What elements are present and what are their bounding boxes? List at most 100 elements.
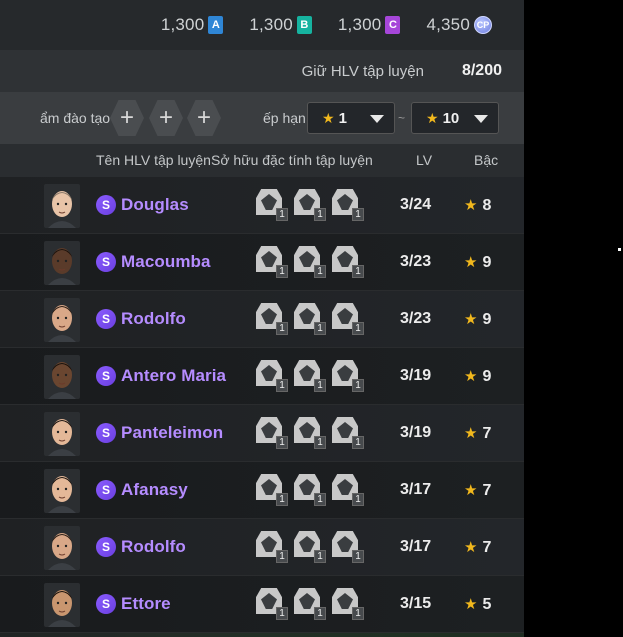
- trait-level: 1: [276, 550, 288, 563]
- coach-avatar: [44, 241, 80, 285]
- trait-list: 1 1 1: [256, 360, 364, 392]
- coach-rank-value: 5: [482, 596, 492, 613]
- coach-name: Rodolfo: [121, 309, 186, 328]
- training-trait-icon[interactable]: 1: [332, 474, 364, 506]
- coach-avatar: [44, 583, 80, 627]
- coach-count-label: Giữ HLV tập luyện: [301, 62, 424, 80]
- training-trait-icon[interactable]: 1: [294, 531, 326, 563]
- edge-marker: [618, 248, 621, 251]
- training-trait-icon[interactable]: 1: [332, 531, 364, 563]
- coach-row[interactable]: S Afanasy 1 1 1 3/17 ★ 7: [0, 462, 524, 519]
- training-trait-icon[interactable]: 1: [256, 246, 288, 278]
- add-training-slot-1-button[interactable]: +: [110, 100, 144, 136]
- coach-rank: ★ 9: [464, 253, 491, 272]
- coach-rank: ★ 9: [464, 367, 491, 386]
- training-trait-icon[interactable]: 1: [294, 189, 326, 221]
- coach-row[interactable]: S Antero Maria 1 1 1 3/19 ★ 9: [0, 348, 524, 405]
- training-trait-icon[interactable]: 1: [294, 417, 326, 449]
- currency-b-value: 1,300: [249, 15, 293, 34]
- trait-list: 1 1 1: [256, 246, 364, 278]
- coach-avatar: [44, 469, 80, 513]
- coach-level: 3/17: [400, 538, 432, 555]
- column-lv-header[interactable]: LV: [416, 152, 432, 168]
- trait-level: 1: [276, 379, 288, 392]
- trait-level: 1: [276, 493, 288, 506]
- trait-list: 1 1 1: [256, 417, 364, 449]
- training-trait-icon[interactable]: 1: [256, 360, 288, 392]
- currency-a: 1,300 A: [161, 15, 224, 35]
- trait-level: 1: [276, 208, 288, 221]
- coach-level: 3/23: [400, 253, 432, 270]
- trait-level: 1: [314, 322, 326, 335]
- training-trait-icon[interactable]: 1: [332, 189, 364, 221]
- coach-row[interactable]: S Douglas 1 1 1 3/24 ★ 8: [0, 177, 524, 234]
- training-trait-icon[interactable]: 1: [332, 588, 364, 620]
- training-trait-icon[interactable]: 1: [256, 303, 288, 335]
- coach-avatar: [44, 184, 80, 228]
- training-trait-icon[interactable]: 1: [294, 588, 326, 620]
- coach-level: 3/17: [400, 481, 432, 498]
- star-icon: ★: [464, 482, 478, 499]
- coach-rank: ★ 8: [464, 196, 491, 215]
- coach-row[interactable]: S Rodolfo 1 1 1 3/17 ★ 7: [0, 519, 524, 576]
- special-coach-badge-icon: S: [96, 195, 116, 215]
- column-traits-header[interactable]: Sở hữu đặc tính tập luyện: [211, 152, 373, 168]
- trait-level: 1: [276, 322, 288, 335]
- training-trait-icon[interactable]: 1: [332, 417, 364, 449]
- coach-list: S Douglas 1 1 1 3/24 ★ 8 S Macoumba 1 1 1 3/23 ★ 9 S Rodo…: [0, 177, 524, 633]
- chevron-down-icon: [474, 115, 488, 123]
- star-icon: ★: [464, 197, 478, 214]
- add-training-slot-3-button[interactable]: +: [187, 100, 221, 136]
- trait-level: 1: [314, 493, 326, 506]
- training-trait-icon[interactable]: 1: [294, 360, 326, 392]
- rank-to-value: 10: [442, 109, 460, 127]
- training-trait-icon[interactable]: 1: [332, 246, 364, 278]
- currency-a-icon: A: [208, 16, 224, 34]
- coach-name: Panteleimon: [121, 423, 224, 442]
- training-trait-icon[interactable]: 1: [256, 474, 288, 506]
- trait-level: 1: [352, 322, 364, 335]
- training-trait-icon[interactable]: 1: [256, 189, 288, 221]
- trait-level: 1: [314, 607, 326, 620]
- training-trait-icon[interactable]: 1: [332, 360, 364, 392]
- coach-count-bar: Giữ HLV tập luyện 8/200: [0, 50, 524, 92]
- coach-rank: ★ 7: [464, 538, 491, 557]
- star-icon: ★: [464, 596, 478, 613]
- coach-rank-value: 7: [482, 425, 492, 442]
- trait-level: 1: [276, 265, 288, 278]
- training-trait-icon[interactable]: 1: [294, 303, 326, 335]
- coach-row[interactable]: S Panteleimon 1 1 1 3/19 ★ 7: [0, 405, 524, 462]
- coach-row[interactable]: S Ettore 1 1 1 3/15 ★ 5: [0, 576, 524, 633]
- training-trait-icon[interactable]: 1: [294, 474, 326, 506]
- training-trait-icon[interactable]: 1: [256, 588, 288, 620]
- trait-level: 1: [314, 265, 326, 278]
- coach-count-value: 8/200: [461, 62, 502, 79]
- special-coach-badge-icon: S: [96, 537, 116, 557]
- training-trait-icon[interactable]: 1: [332, 303, 364, 335]
- coach-name: Rodolfo: [121, 537, 186, 556]
- rank-from-dropdown[interactable]: ★ 1: [307, 102, 395, 134]
- special-coach-badge-icon: S: [96, 480, 116, 500]
- coach-row[interactable]: S Macoumba 1 1 1 3/23 ★ 9: [0, 234, 524, 291]
- coach-avatar: [44, 412, 80, 456]
- training-trait-icon[interactable]: 1: [256, 417, 288, 449]
- training-trait-icon[interactable]: 1: [256, 531, 288, 563]
- add-training-slot-2-button[interactable]: +: [149, 100, 183, 136]
- column-name-header[interactable]: Tên HLV tập luyện: [96, 152, 211, 168]
- trait-level: 1: [276, 436, 288, 449]
- cp-coin-icon: CP: [474, 16, 492, 34]
- trait-level: 1: [352, 265, 364, 278]
- coach-row[interactable]: S Rodolfo 1 1 1 3/23 ★ 9: [0, 291, 524, 348]
- star-icon: ★: [464, 425, 478, 442]
- coach-avatar: [44, 355, 80, 399]
- coach-rank-value: 9: [482, 311, 492, 328]
- trait-level: 1: [352, 208, 364, 221]
- training-trait-icon[interactable]: 1: [294, 246, 326, 278]
- table-header: Tên HLV tập luyện Sở hữu đặc tính tập lu…: [0, 144, 524, 177]
- trait-level: 1: [352, 607, 364, 620]
- column-rank-header[interactable]: Bậc: [474, 152, 498, 168]
- currency-cp: 4,350 CP: [426, 15, 492, 35]
- trait-list: 1 1 1: [256, 474, 364, 506]
- special-coach-badge-icon: S: [96, 366, 116, 386]
- rank-to-dropdown[interactable]: ★ 10: [411, 102, 499, 134]
